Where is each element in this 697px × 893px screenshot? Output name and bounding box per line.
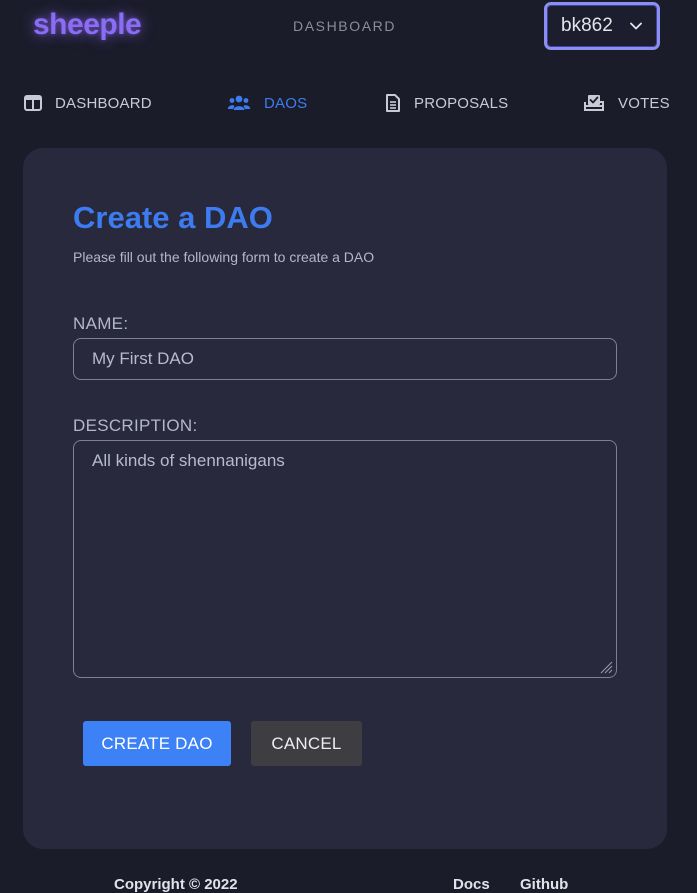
chevron-down-icon (629, 19, 643, 38)
user-select-value: bk862 (561, 15, 613, 36)
user-select[interactable]: bk862 (544, 2, 660, 50)
nav-item-label: VOTES (618, 94, 670, 112)
nav-item-label: DASHBOARD (55, 94, 152, 112)
name-label: NAME: (73, 314, 129, 333)
ballot-box-icon (584, 93, 604, 113)
app-logo[interactable]: sheeple (33, 8, 142, 42)
nav-item-label: DAOS (264, 94, 308, 112)
name-input[interactable] (73, 338, 617, 380)
nav-item-daos[interactable]: DAOS (227, 92, 307, 114)
create-dao-card: Create a DAO Please fill out the followi… (23, 148, 667, 849)
nav-item-dashboard[interactable]: DASHBOARD (23, 92, 152, 114)
page-title: Create a DAO (73, 200, 273, 235)
page: sheeple DASHBOARD bk862 DASHBOARD DAOS P… (0, 0, 697, 893)
cancel-button[interactable]: CANCEL (251, 721, 362, 766)
create-dao-button[interactable]: CREATE DAO (83, 721, 231, 766)
header-title: DASHBOARD (293, 18, 397, 34)
nav-item-votes[interactable]: VOTES (584, 92, 670, 114)
footer-link-docs[interactable]: Docs (453, 876, 490, 893)
nav-item-proposals[interactable]: PROPOSALS (385, 92, 508, 114)
document-icon (385, 93, 401, 113)
footer-link-github[interactable]: Github (520, 876, 568, 893)
users-icon (227, 93, 251, 113)
resize-handle-icon[interactable] (599, 660, 613, 679)
description-input[interactable]: All kinds of shennanigans (73, 440, 617, 678)
description-label: DESCRIPTION: (73, 416, 198, 435)
page-subtitle: Please fill out the following form to cr… (73, 249, 375, 265)
nav-item-label: PROPOSALS (414, 94, 509, 112)
footer-copyright: Copyright © 2022 (114, 876, 238, 893)
dashboard-icon (23, 93, 43, 113)
